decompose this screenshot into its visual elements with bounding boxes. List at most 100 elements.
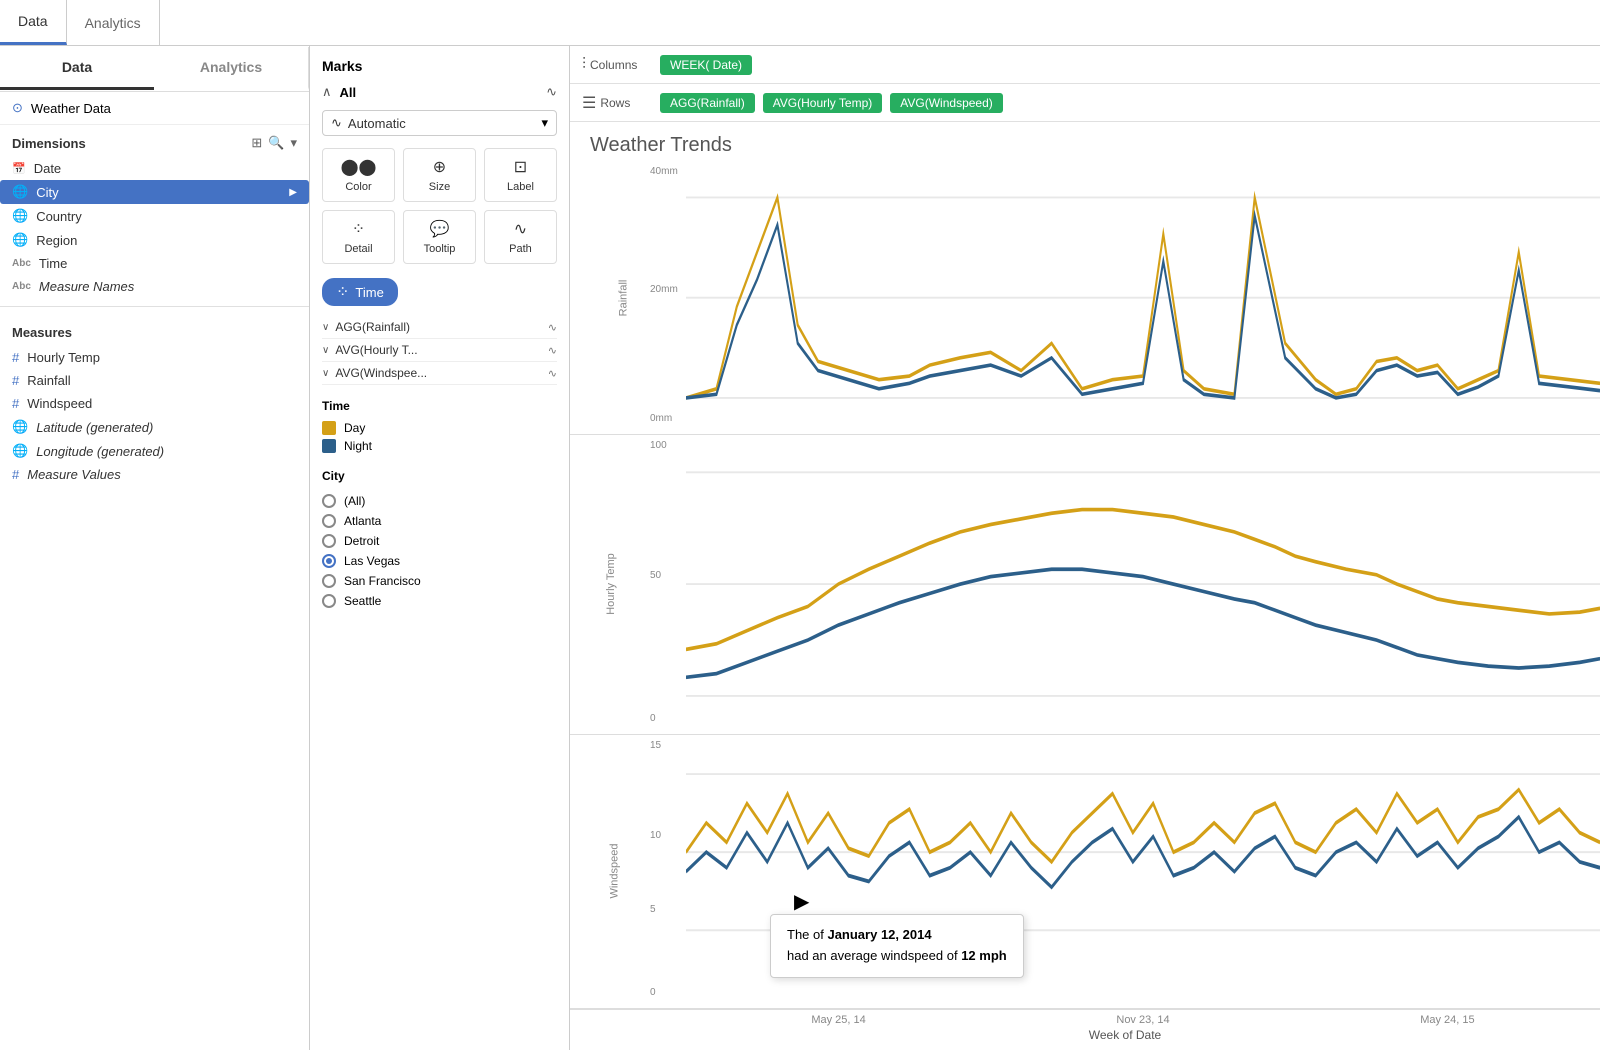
marks-field-2[interactable]: ∨AVG(Windspee...∿ bbox=[322, 362, 557, 385]
rainfall-svg bbox=[686, 161, 1600, 434]
left-tab-analytics[interactable]: Analytics bbox=[154, 47, 309, 90]
rows-pill-1[interactable]: AVG(Hourly Temp) bbox=[763, 93, 883, 113]
city-option-3[interactable]: Las Vegas bbox=[322, 551, 557, 571]
dimensions-icons: ⊞ 🔍 ▾ bbox=[251, 135, 297, 151]
marks-type-wave-icon: ∿ bbox=[331, 115, 342, 131]
marks-type-select[interactable]: ∿ Automatic ▾ bbox=[322, 110, 557, 136]
legend-title: Time bbox=[322, 399, 557, 413]
temp-y-100: 100 bbox=[650, 440, 667, 451]
marks-pill-row: ⁘ Time bbox=[322, 278, 557, 306]
search-icon[interactable]: 🔍 bbox=[268, 135, 284, 151]
hash-icon: # bbox=[12, 467, 19, 482]
city-option-2[interactable]: Detroit bbox=[322, 531, 557, 551]
measure-item-3[interactable]: 🌐Latitude (generated) bbox=[0, 415, 309, 439]
marks-btn-icon: ⊡ bbox=[514, 157, 527, 177]
marks-type-chevron: ▾ bbox=[541, 115, 548, 131]
city-option-5[interactable]: Seattle bbox=[322, 591, 557, 611]
rainfall-chart[interactable]: 40mm 20mm 0mm bbox=[650, 161, 1600, 434]
marks-all-row: ∧ All ∿ bbox=[322, 84, 557, 100]
city-label: Seattle bbox=[344, 594, 381, 608]
city-label: Las Vegas bbox=[344, 554, 400, 568]
dimension-item-5[interactable]: AbcMeasure Names bbox=[0, 275, 309, 298]
measure-label: Measure Values bbox=[27, 467, 120, 482]
rows-shelf: ☰ Rows AGG(Rainfall)AVG(Hourly Temp)AVG(… bbox=[570, 84, 1600, 122]
marks-title: Marks bbox=[322, 58, 557, 74]
dimensions-list: 📅Date🌐City▶🌐Country 🌐 Region AbcTimeAbcMeas… bbox=[0, 157, 309, 298]
measure-item-5[interactable]: # Measure Values bbox=[0, 463, 309, 486]
windspeed-svg bbox=[686, 735, 1600, 1008]
measure-item-1[interactable]: #Rainfall bbox=[0, 369, 309, 392]
dimension-item-1[interactable]: 🌐City▶ bbox=[0, 180, 309, 204]
dim-label: Region bbox=[36, 233, 77, 248]
dimensions-header: Dimensions ⊞ 🔍 ▾ bbox=[0, 125, 309, 157]
marks-line-icon: ∿ bbox=[546, 84, 557, 100]
rows-label-text: Rows bbox=[600, 96, 630, 110]
x-axis-title: Week of Date bbox=[650, 1028, 1600, 1050]
wind-y-5: 5 bbox=[650, 904, 656, 915]
expand-icon[interactable]: ∧ bbox=[322, 84, 332, 100]
marks-field-1[interactable]: ∨AVG(Hourly T...∿ bbox=[322, 339, 557, 362]
abc-icon: Abc bbox=[12, 281, 31, 292]
measure-label: Rainfall bbox=[27, 373, 70, 388]
city-label: (All) bbox=[344, 494, 365, 508]
hourly-temp-y-label: Hourly Temp bbox=[570, 435, 650, 733]
measures-title: Measures bbox=[12, 325, 72, 340]
radio-circle bbox=[322, 514, 336, 528]
time-pill[interactable]: ⁘ Time bbox=[322, 278, 398, 306]
marks-btn-color[interactable]: ⬤⬤Color bbox=[322, 148, 395, 202]
dimension-item-3[interactable]: 🌐 Region bbox=[0, 228, 309, 252]
radio-circle bbox=[322, 574, 336, 588]
radio-circle bbox=[322, 534, 336, 548]
dim-label: Date bbox=[34, 161, 61, 176]
hourly-temp-chart[interactable]: 100 50 0 bbox=[650, 435, 1600, 733]
marks-btn-label: Tooltip bbox=[424, 243, 456, 255]
chevron-down-icon[interactable]: ▾ bbox=[290, 135, 297, 151]
rows-pill-0[interactable]: AGG(Rainfall) bbox=[660, 93, 755, 113]
marks-btn-size[interactable]: ⊕Size bbox=[403, 148, 476, 202]
tab-analytics[interactable]: Analytics bbox=[67, 0, 160, 45]
grid-icon[interactable]: ⊞ bbox=[251, 135, 262, 151]
globe-icon: 🌐 bbox=[12, 232, 28, 248]
chart-title: Weather Trends bbox=[570, 122, 1600, 161]
city-option-1[interactable]: Atlanta bbox=[322, 511, 557, 531]
cursor-icon: ▶ bbox=[794, 889, 809, 914]
columns-pill[interactable]: WEEK( Date) bbox=[660, 55, 752, 75]
city-option-0[interactable]: (All) bbox=[322, 491, 557, 511]
globe-icon: 🌐 bbox=[12, 443, 28, 459]
marks-panel: Marks ∧ All ∿ ∿ Automatic ▾ ⬤⬤Color⊕Size… bbox=[310, 46, 570, 1050]
field-chevron: ∨ bbox=[322, 345, 329, 356]
dimension-item-4[interactable]: AbcTime bbox=[0, 252, 309, 275]
measure-label: Windspeed bbox=[27, 396, 92, 411]
x-label-1: May 25, 14 bbox=[811, 1014, 865, 1026]
hourly-temp-chart-row: Hourly Temp 100 50 0 bbox=[570, 435, 1600, 734]
measure-item-4[interactable]: 🌐Longitude (generated) bbox=[0, 439, 309, 463]
city-option-4[interactable]: San Francisco bbox=[322, 571, 557, 591]
abc-icon: Abc bbox=[12, 258, 31, 269]
marks-btn-label: Label bbox=[507, 181, 534, 193]
measure-item-0[interactable]: #Hourly Temp bbox=[0, 346, 309, 369]
windspeed-chart[interactable]: 15 10 5 0 bbox=[650, 735, 1600, 1008]
marks-btn-tooltip[interactable]: 💬Tooltip bbox=[403, 210, 476, 264]
left-tab-data[interactable]: Data bbox=[0, 47, 154, 90]
measure-label: Hourly Temp bbox=[27, 350, 100, 365]
tab-data-label: Data bbox=[18, 13, 48, 29]
legend-color-swatch bbox=[322, 421, 336, 435]
dimension-item-2[interactable]: 🌐Country bbox=[0, 204, 309, 228]
dimension-item-0[interactable]: 📅Date bbox=[0, 157, 309, 180]
marks-btn-detail[interactable]: ⁘Detail bbox=[322, 210, 395, 264]
legend-items: DayNight bbox=[322, 419, 557, 455]
marks-btn-path[interactable]: ∿Path bbox=[484, 210, 557, 264]
measure-item-2[interactable]: #Windspeed bbox=[0, 392, 309, 415]
marks-btn-icon: ⬤⬤ bbox=[341, 157, 377, 177]
tab-data[interactable]: Data bbox=[0, 0, 67, 45]
marks-btn-icon: ∿ bbox=[514, 219, 527, 239]
marks-field-0[interactable]: ∨AGG(Rainfall)∿ bbox=[322, 316, 557, 339]
field-label: AVG(Windspee... bbox=[335, 366, 541, 380]
legend-item-1: Night bbox=[322, 437, 557, 455]
tab-analytics-label: Analytics bbox=[85, 15, 141, 31]
marks-btn-label[interactable]: ⊡ Label bbox=[484, 148, 557, 202]
legend-section: Time DayNight bbox=[322, 399, 557, 455]
wind-y-10: 10 bbox=[650, 830, 661, 841]
rows-pill-2[interactable]: AVG(Windspeed) bbox=[890, 93, 1002, 113]
columns-label: ⫶ Columns bbox=[582, 56, 652, 74]
